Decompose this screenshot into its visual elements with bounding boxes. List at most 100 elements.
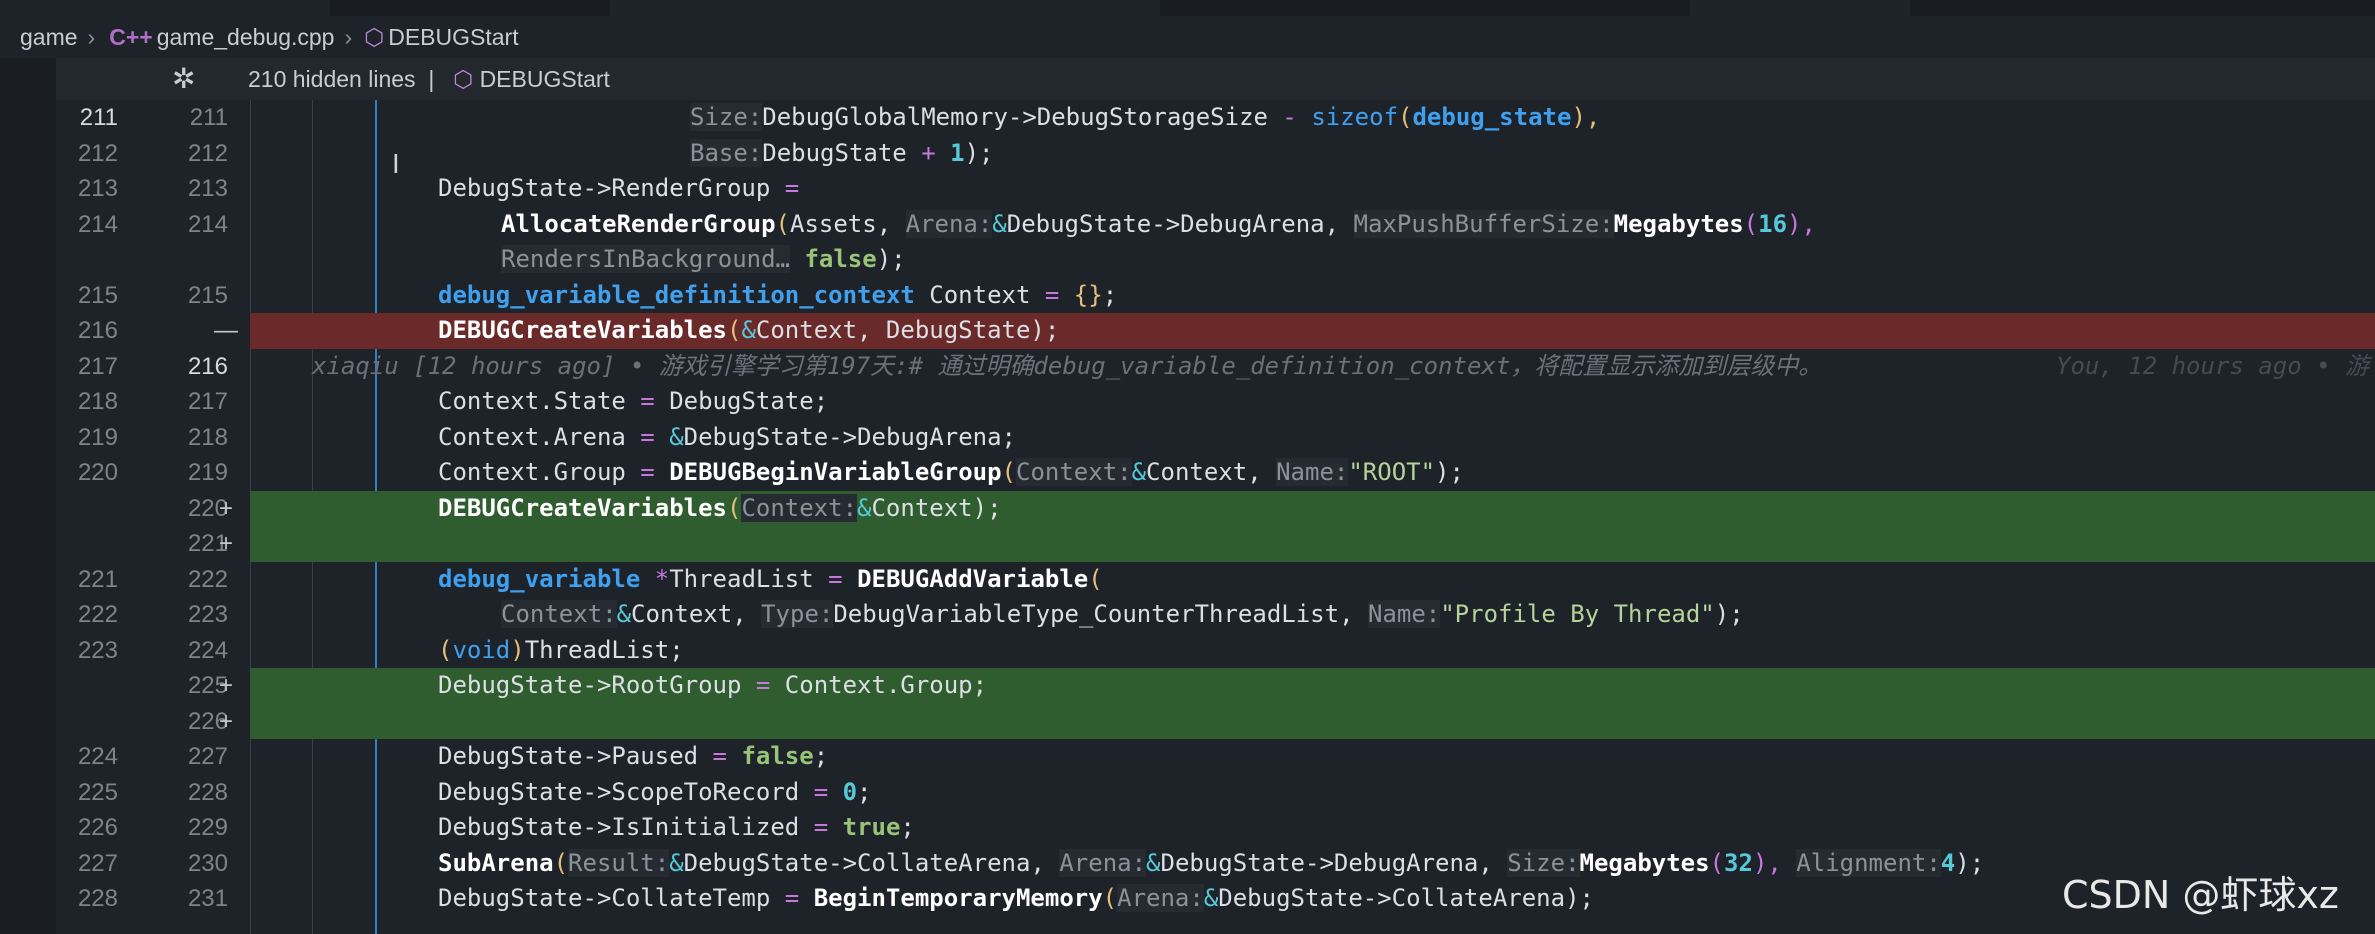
- hidden-lines-count: 210 hidden lines: [248, 66, 416, 92]
- new-line-number: 228: [187, 778, 228, 806]
- code-line[interactable]: 228 231 DebugState->CollateTemp = BeginT…: [56, 881, 2375, 917]
- chevron-right-icon: ›: [87, 23, 96, 50]
- inlay-hint: Arena:: [1059, 848, 1147, 877]
- unfold-icon[interactable]: ✲: [172, 62, 195, 95]
- code-line[interactable]: 213 213 DebugState->RenderGroup =: [56, 171, 2375, 207]
- code-line[interactable]: 223 224 (void)ThreadList;: [56, 633, 2375, 669]
- old-line-number: 224: [77, 743, 118, 770]
- added-line[interactable]: 225 + DebugState->RootGroup = Context.Gr…: [56, 668, 2375, 704]
- new-line-number: 221: [187, 530, 228, 557]
- code-text: SubArena(Result:&DebugState->CollateAren…: [438, 848, 1985, 877]
- inlay-hint: MaxPushBufferSize:: [1353, 209, 1614, 238]
- code-text: DebugState->ScopeToRecord = 0;: [438, 777, 872, 806]
- breadcrumb-file[interactable]: game_debug.cpp: [153, 24, 339, 51]
- git-blame-inline: You, 12 hours ago • 游: [2056, 351, 2369, 380]
- breadcrumb-symbol[interactable]: DEBUGStart: [384, 24, 522, 51]
- old-line-number: [56, 704, 118, 740]
- inlay-hint: Context:: [501, 600, 617, 628]
- hidden-lines-bar[interactable]: ✲ 210 hidden lines | ⬡ DEBUGStart: [56, 58, 2375, 100]
- code-text: DEBUGCreateVariables(&Context, DebugStat…: [438, 316, 1060, 344]
- text-cursor-icon: I: [392, 150, 400, 180]
- old-line-number: 225: [77, 778, 118, 806]
- code-text: (void)ThreadList;: [438, 635, 684, 664]
- new-line-number: 227: [187, 743, 228, 770]
- code-line[interactable]: 221 222 debug_variable *ThreadList = DEB…: [56, 562, 2375, 598]
- code-line[interactable]: 220 219 Context.Group = DEBUGBeginVariab…: [56, 455, 2375, 491]
- diff-minus-icon: —: [214, 317, 238, 344]
- old-line-number: 220: [77, 459, 118, 486]
- chevron-right-icon: ›: [344, 23, 353, 50]
- old-line-number: 213: [77, 175, 118, 202]
- inlay-hint: Result:: [568, 848, 670, 877]
- breadcrumb: game › C++ game_debug.cpp › ⬡ DEBUGStart: [0, 16, 2375, 58]
- watermark: CSDN @虾球xz: [2062, 873, 2339, 917]
- diff-plus-icon: +: [218, 530, 233, 557]
- activity-gutter: [0, 58, 56, 934]
- added-line[interactable]: 226 +: [56, 703, 2375, 740]
- editor-tab[interactable]: [610, 0, 1160, 16]
- code-line[interactable]: 218 217 Context.State = DebugState;: [56, 384, 2375, 420]
- code-line[interactable]: 215 215 debug_variable_definition_contex…: [56, 278, 2375, 314]
- old-line-number: 219: [77, 423, 118, 451]
- cube-icon: ⬡: [453, 66, 480, 92]
- inlay-hint: Type:: [761, 600, 834, 628]
- inlay-hint: Base:: [690, 138, 763, 167]
- new-line-number: 219: [187, 459, 228, 486]
- c-plus-plus-icon: C++: [109, 23, 153, 50]
- code-text: AllocateRenderGroup(Assets, Arena:&Debug…: [501, 209, 1816, 238]
- old-line-number: 215: [77, 281, 118, 309]
- new-line-number: 217: [187, 388, 228, 415]
- new-line-number: 225: [187, 672, 228, 699]
- inlay-hint: Size:: [1507, 848, 1580, 877]
- diff-plus-icon: +: [218, 672, 233, 699]
- diff-editor[interactable]: 211 211 Size:DebugGlobalMemory->DebugSto…: [56, 100, 2375, 934]
- new-line-number: 229: [187, 814, 228, 841]
- new-line-number: 212: [187, 139, 228, 167]
- code-text: Context:&Context, Type:DebugVariableType…: [501, 600, 1744, 628]
- code-text: RendersInBackground… false);: [501, 245, 906, 273]
- old-line-number: 211: [79, 104, 118, 131]
- old-line-number: [56, 491, 118, 527]
- old-line-number: 217: [77, 352, 118, 380]
- new-line-number: 220: [187, 494, 228, 522]
- editor-tab[interactable]: [1690, 0, 1910, 16]
- inlay-hint: Arena:: [1117, 884, 1204, 912]
- editor-tab[interactable]: [0, 0, 330, 16]
- inlay-hint: Name:: [1367, 600, 1441, 628]
- old-line-number: 221: [77, 565, 118, 593]
- new-line-number: 223: [187, 601, 228, 628]
- code-line-wrapped[interactable]: RendersInBackground… false);: [56, 242, 2375, 278]
- new-line-number: 224: [187, 636, 228, 664]
- new-line-number: 215: [187, 281, 228, 309]
- git-blame-annotation: xiaqiu [12 hours ago] • 游戏引擎学习第197天:# 通过…: [312, 351, 1823, 380]
- diff-plus-icon: +: [218, 707, 233, 735]
- code-text: Context.Group = DEBUGBeginVariableGroup(…: [438, 458, 1464, 486]
- added-line[interactable]: 221 +: [56, 526, 2375, 562]
- new-line-number: 226: [187, 707, 228, 735]
- fold-symbol: DEBUGStart: [479, 66, 610, 92]
- inlay-hint: RendersInBackground…: [501, 245, 790, 273]
- code-line[interactable]: 219 218 Context.Arena = &DebugState->Deb…: [56, 420, 2375, 456]
- breadcrumb-folder[interactable]: game: [0, 24, 82, 51]
- code-text: DebugState->CollateTemp = BeginTemporary…: [438, 884, 1594, 912]
- code-line[interactable]: 222 223 Context:&Context, Type:DebugVari…: [56, 597, 2375, 633]
- old-line-number: 226: [77, 814, 118, 841]
- added-line[interactable]: 220 + DEBUGCreateVariables(Context:&Cont…: [56, 490, 2375, 527]
- code-line[interactable]: 224 227 DebugState->Paused = false;: [56, 739, 2375, 775]
- code-text: DebugState->IsInitialized = true;: [438, 813, 915, 841]
- code-line[interactable]: 211 211 Size:DebugGlobalMemory->DebugSto…: [56, 100, 2375, 136]
- old-line-number: 214: [77, 210, 118, 238]
- code-text: debug_variable_definition_context Contex…: [438, 280, 1118, 309]
- old-line-number: 223: [77, 636, 118, 664]
- deleted-line[interactable]: 216 — DEBUGCreateVariables(&Context, Deb…: [56, 313, 2375, 349]
- code-line[interactable]: 214 214 AllocateRenderGroup(Assets, Aren…: [56, 207, 2375, 243]
- code-line[interactable]: 225 228 DebugState->ScopeToRecord = 0;: [56, 775, 2375, 811]
- blame-line[interactable]: 217 216 xiaqiu [12 hours ago] • 游戏引擎学习第1…: [56, 349, 2375, 385]
- old-line-number: 222: [77, 601, 118, 628]
- old-line-number: [56, 242, 118, 278]
- code-line[interactable]: 226 229 DebugState->IsInitialized = true…: [56, 810, 2375, 846]
- new-line-number: 218: [187, 423, 228, 451]
- code-line[interactable]: 227 230 SubArena(Result:&DebugState->Col…: [56, 846, 2375, 882]
- code-line[interactable]: 212 212 Base:DebugState + 1);: [56, 136, 2375, 172]
- old-line-number: 227: [77, 849, 118, 877]
